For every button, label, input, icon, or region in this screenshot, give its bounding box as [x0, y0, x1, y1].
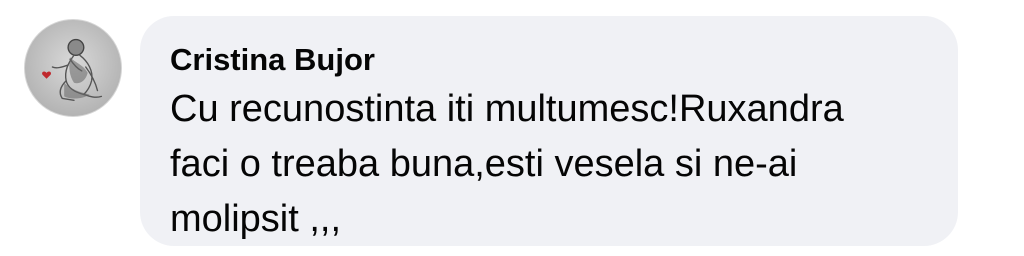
heart-icon	[42, 71, 52, 79]
profile-photo-icon	[42, 38, 103, 102]
comment-text-line: Cu recunostinta iti multumesc!Ruxandra	[170, 88, 844, 130]
comment-text-line: faci o treaba buna,esti vesela si ne-ai	[170, 143, 798, 185]
comment-author[interactable]: Cristina Bujor	[170, 42, 958, 78]
avatar[interactable]	[24, 19, 122, 117]
comment-text: Cu recunostinta iti multumesc!Ruxandra f…	[170, 82, 960, 247]
comment-bubble: Cristina Bujor Cu recunostinta iti multu…	[140, 16, 958, 246]
comment-item: Cristina Bujor Cu recunostinta iti multu…	[0, 0, 1024, 256]
comment-text-line: molipsit ,,,	[170, 198, 342, 240]
